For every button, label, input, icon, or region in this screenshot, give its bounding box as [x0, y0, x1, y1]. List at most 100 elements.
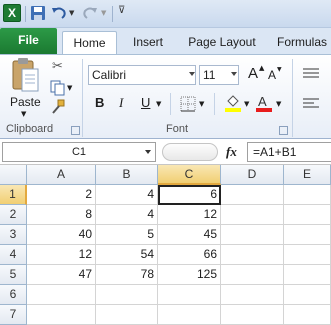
cell-b7[interactable]: [96, 305, 158, 325]
row-header-6[interactable]: 6: [0, 285, 27, 305]
cell-a7[interactable]: [27, 305, 96, 325]
column-header-d[interactable]: D: [221, 165, 284, 185]
select-all-corner[interactable]: [0, 165, 27, 185]
borders-icon[interactable]: [180, 96, 196, 112]
cell-d1[interactable]: [221, 185, 284, 205]
copy-icon[interactable]: [50, 80, 66, 96]
fill-color-dropdown-icon[interactable]: ▼: [244, 100, 249, 108]
row-header-7[interactable]: 7: [0, 305, 27, 325]
font-name-dropdown-icon[interactable]: [189, 72, 195, 76]
tab-formulas[interactable]: Formulas: [271, 31, 331, 54]
cell-c7[interactable]: [158, 305, 221, 325]
font-launcher-icon[interactable]: [279, 126, 288, 135]
row-header-4[interactable]: 4: [0, 245, 27, 265]
cell-b3[interactable]: 5: [96, 225, 158, 245]
cell-a6[interactable]: [27, 285, 96, 305]
cell-b1[interactable]: 4: [96, 185, 158, 205]
paste-button-label[interactable]: Paste: [10, 95, 41, 109]
cell-e7[interactable]: [284, 305, 331, 325]
cell-b6[interactable]: [96, 285, 158, 305]
cell-b4[interactable]: 54: [96, 245, 158, 265]
cell-e6[interactable]: [284, 285, 331, 305]
formula-bar-splitter[interactable]: [162, 143, 218, 161]
cell-d7[interactable]: [221, 305, 284, 325]
undo-icon[interactable]: [51, 5, 67, 21]
column-header-a[interactable]: A: [27, 165, 96, 185]
shrink-font-arrow-icon: ▼: [277, 66, 282, 73]
customize-qat-icon[interactable]: ⊽: [118, 5, 125, 16]
cell-e5[interactable]: [284, 265, 331, 285]
clipboard-launcher-icon[interactable]: [71, 126, 80, 135]
divider: [170, 93, 171, 115]
cell-c5[interactable]: 125: [158, 265, 221, 285]
excel-logo-icon[interactable]: X: [3, 4, 21, 22]
font-name-select[interactable]: Calibri: [88, 65, 196, 85]
undo-dropdown-icon[interactable]: ▼: [69, 9, 74, 17]
cell-c4[interactable]: 66: [158, 245, 221, 265]
cell-c2[interactable]: 12: [158, 205, 221, 225]
column-header-c[interactable]: C: [158, 165, 221, 185]
cell-e2[interactable]: [284, 205, 331, 225]
cell-c3[interactable]: 45: [158, 225, 221, 245]
italic-button[interactable]: I: [119, 95, 123, 111]
borders-dropdown-icon[interactable]: ▼: [199, 100, 204, 108]
align-left-icon[interactable]: [302, 97, 320, 111]
underline-button[interactable]: U: [141, 95, 150, 110]
cell-d6[interactable]: [221, 285, 284, 305]
save-icon[interactable]: [30, 5, 46, 21]
format-painter-icon[interactable]: [50, 99, 66, 115]
font-color-dropdown-icon[interactable]: ▼: [276, 100, 281, 108]
cell-a4[interactable]: 12: [27, 245, 96, 265]
row-header-1[interactable]: 1: [0, 185, 27, 205]
bold-button[interactable]: B: [95, 95, 104, 110]
font-color-icon[interactable]: A: [255, 93, 273, 113]
cell-e4[interactable]: [284, 245, 331, 265]
cell-a1[interactable]: 2: [27, 185, 96, 205]
ribbon-home: Paste ▼ ✂ ▼ Clipboard Calibri 11 A ▲ A ▼…: [0, 54, 331, 139]
divider: [25, 6, 26, 22]
cell-a2[interactable]: 8: [27, 205, 96, 225]
row-header-5[interactable]: 5: [0, 265, 27, 285]
column-header-e[interactable]: E: [284, 165, 331, 185]
name-box-dropdown-icon[interactable]: [145, 150, 151, 154]
grow-font-button[interactable]: A: [248, 65, 258, 82]
cell-b2[interactable]: 4: [96, 205, 158, 225]
underline-dropdown-icon[interactable]: ▼: [156, 100, 161, 108]
row-header-2[interactable]: 2: [0, 205, 27, 225]
divider: [112, 6, 113, 22]
cut-icon[interactable]: ✂: [52, 59, 63, 74]
fill-color-icon[interactable]: [224, 93, 242, 113]
column-header-b[interactable]: B: [96, 165, 158, 185]
cell-c6[interactable]: [158, 285, 221, 305]
shrink-font-button[interactable]: A: [268, 68, 276, 82]
cell-e1[interactable]: [284, 185, 331, 205]
tab-home[interactable]: Home: [62, 31, 117, 54]
cell-c1[interactable]: 6: [158, 185, 221, 205]
tab-insert[interactable]: Insert: [124, 31, 172, 54]
cell-d2[interactable]: [221, 205, 284, 225]
cell-a3[interactable]: 40: [27, 225, 96, 245]
cell-e3[interactable]: [284, 225, 331, 245]
cell-a5[interactable]: 47: [27, 265, 96, 285]
tab-file[interactable]: File: [0, 28, 57, 54]
redo-icon[interactable]: [82, 5, 98, 21]
paste-icon[interactable]: [10, 57, 40, 93]
font-group-label: Font: [166, 123, 189, 135]
ribbon-tabs: File Home Insert Page Layout Formulas: [0, 28, 331, 54]
font-size-dropdown-icon[interactable]: [231, 72, 237, 76]
cell-d4[interactable]: [221, 245, 284, 265]
align-top-icon[interactable]: [302, 67, 320, 81]
copy-dropdown-icon[interactable]: ▼: [67, 84, 72, 92]
name-box[interactable]: C1: [2, 142, 156, 162]
quick-access-toolbar: X ▼ ▼ ⊽: [0, 0, 331, 28]
cell-d5[interactable]: [221, 265, 284, 285]
cell-d3[interactable]: [221, 225, 284, 245]
redo-dropdown-icon[interactable]: ▼: [101, 9, 106, 17]
cell-b5[interactable]: 78: [96, 265, 158, 285]
insert-function-button[interactable]: fx: [226, 144, 237, 160]
tab-page-layout[interactable]: Page Layout: [183, 31, 261, 54]
row-header-3[interactable]: 3: [0, 225, 27, 245]
name-box-value: C1: [71, 146, 87, 158]
formula-input[interactable]: =A1+B1: [247, 142, 331, 162]
paste-dropdown-icon[interactable]: ▼: [21, 110, 26, 118]
